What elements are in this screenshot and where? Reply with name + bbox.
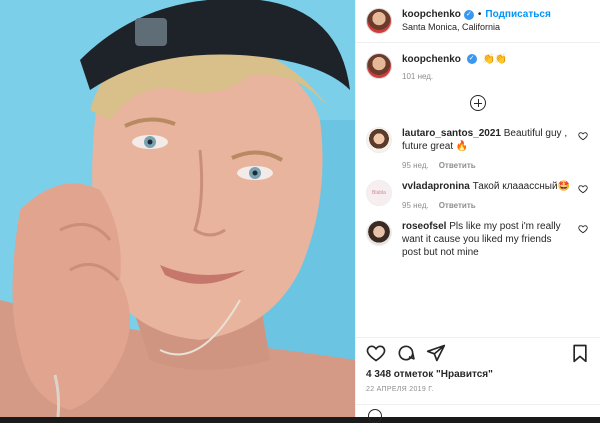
comment-time: 95 нед.	[402, 161, 429, 170]
comment-username[interactable]: vvladapronina	[402, 181, 470, 192]
plus-circle-icon[interactable]	[470, 95, 486, 111]
comment-item: Blabla vvladapronina Такой клааассный🤩 9…	[356, 180, 600, 210]
commenter-avatar[interactable]: Blabla	[366, 180, 392, 206]
caption-time: 101 нед.	[402, 72, 434, 81]
post-caption: koopchenko ✓ 👏👏 101 нед.	[356, 43, 600, 81]
comment-body: vvladapronina Такой клааассный🤩 95 нед. …	[402, 180, 590, 210]
comment-like-heart-icon[interactable]	[578, 224, 588, 234]
likes-count[interactable]: 4 348 отметок "Нравится"	[366, 369, 493, 380]
author-avatar[interactable]	[366, 8, 392, 34]
caption-content: koopchenko ✓ 👏👏 101 нед.	[402, 53, 507, 81]
comment-icon[interactable]	[396, 343, 416, 363]
post-side-panel: koopchenko ✓ • Подписаться Santa Monica,…	[355, 0, 600, 423]
caption-username[interactable]: koopchenko	[402, 54, 461, 65]
emoji-smile-icon[interactable]	[368, 409, 382, 423]
separator-dot: •	[477, 9, 482, 20]
caption-text-row: koopchenko ✓ 👏👏	[402, 53, 507, 66]
comment-like-heart-icon[interactable]	[578, 131, 588, 141]
commenter-avatar[interactable]	[366, 220, 392, 246]
comment-text-row: lautaro_santos_2021 Beautiful guy , futu…	[402, 127, 572, 153]
caption-text: 👏👏	[482, 54, 508, 65]
instagram-post: koopchenko ✓ • Подписаться Santa Monica,…	[0, 0, 600, 423]
post-header: koopchenko ✓ • Подписаться Santa Monica,…	[356, 0, 600, 43]
comment-item: roseofsel Pls like my post i'm really wa…	[356, 220, 600, 259]
caption-avatar[interactable]	[366, 53, 392, 79]
paper-plane-icon[interactable]	[426, 343, 446, 363]
comment-item: lautaro_santos_2021 Beautiful guy , futu…	[356, 127, 600, 170]
verified-badge-icon: ✓	[466, 54, 477, 65]
comment-like-heart-icon[interactable]	[578, 184, 588, 194]
verified-badge-icon: ✓	[463, 9, 474, 20]
comment-body: roseofsel Pls like my post i'm really wa…	[402, 220, 590, 259]
post-location[interactable]: Santa Monica, California	[402, 21, 551, 34]
post-actions-bar	[356, 337, 600, 368]
bookmark-icon[interactable]	[570, 343, 590, 363]
post-photo[interactable]	[0, 0, 355, 417]
reply-button[interactable]: Ответить	[439, 161, 476, 170]
author-info: koopchenko ✓ • Подписаться Santa Monica,…	[402, 8, 551, 34]
comment-text-row: vvladapronina Такой клааассный🤩	[402, 180, 572, 193]
comment-text: Такой клааассный🤩	[472, 181, 570, 192]
comment-time: 95 нед.	[402, 201, 429, 210]
post-date: 22 АПРЕЛЯ 2019 Г.	[366, 386, 434, 393]
comment-username[interactable]: roseofsel	[402, 221, 446, 232]
commenter-avatar[interactable]	[366, 127, 392, 153]
author-username[interactable]: koopchenko	[402, 8, 461, 21]
comment-meta: 95 нед. Ответить	[402, 201, 572, 210]
author-row: koopchenko ✓ • Подписаться	[402, 8, 551, 21]
comment-username[interactable]: lautaro_santos_2021	[402, 128, 501, 139]
follow-button[interactable]: Подписаться	[485, 8, 550, 21]
comment-text-row: roseofsel Pls like my post i'm really wa…	[402, 220, 572, 259]
selfie-image	[0, 0, 355, 417]
reply-button[interactable]: Ответить	[439, 201, 476, 210]
heart-icon[interactable]	[366, 343, 386, 363]
comment-meta: 95 нед. Ответить	[402, 161, 572, 170]
load-more-comments	[356, 95, 600, 111]
comment-body: lautaro_santos_2021 Beautiful guy , futu…	[402, 127, 590, 170]
